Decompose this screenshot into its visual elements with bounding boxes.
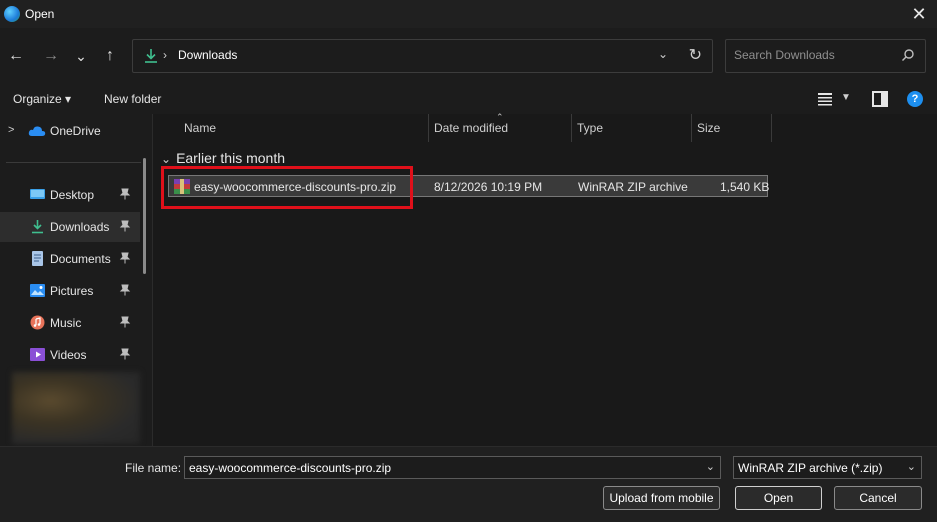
desktop-icon — [30, 189, 45, 199]
file-date: 8/12/2026 10:19 PM — [434, 180, 543, 194]
view-options-icon[interactable] — [817, 92, 833, 106]
edge-app-icon — [4, 6, 20, 22]
column-header-label: Name — [184, 121, 217, 135]
downloads-icon — [32, 220, 43, 234]
upload-from-mobile-button[interactable]: Upload from mobile — [603, 486, 720, 510]
blurred-thumbnail — [12, 372, 140, 444]
expand-chevron-icon[interactable]: > — [8, 124, 14, 136]
sidebar-item-music[interactable]: Music — [0, 308, 140, 338]
column-header-label: Date modified — [434, 121, 509, 135]
close-icon[interactable]: ✕ — [909, 4, 929, 24]
cancel-button[interactable]: Cancel — [834, 486, 922, 510]
winrar-zip-icon — [174, 179, 190, 194]
downloads-icon — [145, 49, 157, 63]
up-arrow-icon[interactable]: ↑ — [99, 45, 121, 67]
recent-locations-chevron-icon[interactable]: ⌄ — [70, 45, 92, 67]
refresh-icon[interactable]: ↻ — [689, 45, 702, 65]
column-header-size[interactable]: Size — [692, 114, 772, 142]
breadcrumb-downloads[interactable]: Downloads — [178, 48, 237, 62]
preview-pane-icon[interactable] — [872, 91, 888, 107]
pin-icon — [119, 188, 131, 200]
sidebar-item-documents[interactable]: Documents — [0, 244, 140, 274]
sidebar-item-label: Music — [50, 316, 82, 330]
sidebar-item-videos[interactable]: Videos — [0, 340, 140, 370]
pin-icon — [119, 252, 131, 264]
sidebar-item-pictures[interactable]: Pictures — [0, 276, 140, 306]
column-header-name[interactable]: Name — [179, 114, 429, 142]
search-input[interactable] — [734, 48, 894, 62]
pin-icon — [119, 348, 131, 360]
sidebar-item-onedrive[interactable]: > OneDrive — [0, 120, 145, 142]
forward-arrow-icon[interactable]: → — [40, 45, 62, 67]
file-type-filter-value: WinRAR ZIP archive (*.zip) — [738, 461, 883, 475]
pin-icon — [119, 316, 131, 328]
chevron-down-icon: ⌄ — [906, 461, 916, 473]
column-header-label: Type — [577, 121, 604, 135]
file-size: 1,540 KB — [720, 180, 770, 194]
sidebar-item-label: Pictures — [50, 284, 94, 298]
sidebar-item-downloads[interactable]: Downloads — [0, 212, 140, 242]
sidebar-item-label: Desktop — [50, 188, 95, 202]
chevron-down-icon: ⌄ — [161, 152, 172, 166]
sidebar-scrollbar[interactable] — [143, 158, 146, 274]
chevron-down-icon[interactable]: ⌄ — [706, 460, 715, 473]
pin-icon — [119, 220, 131, 232]
navigation-pane: > OneDrive Desktop Downloads Documents P… — [0, 114, 152, 446]
open-button[interactable]: Open — [735, 486, 822, 510]
column-header-type[interactable]: Type — [572, 114, 692, 142]
group-header[interactable]: ⌄ Earlier this month — [161, 150, 285, 166]
file-name-field[interactable] — [189, 461, 689, 475]
sidebar-item-desktop[interactable]: Desktop — [0, 180, 140, 210]
documents-icon — [32, 251, 43, 266]
search-box[interactable] — [725, 39, 926, 73]
column-header-label: Size — [697, 121, 721, 135]
column-header-date[interactable]: Date modified — [429, 114, 572, 142]
breadcrumb-separator-icon: › — [163, 48, 167, 62]
file-name-label: File name: — [125, 461, 182, 475]
group-label: Earlier this month — [176, 150, 285, 166]
file-row[interactable]: easy-woocommerce-discounts-pro.zip 8/12/… — [168, 175, 770, 197]
search-icon[interactable] — [901, 48, 915, 62]
sidebar-divider — [6, 162, 141, 163]
title-bar: Open ✕ — [0, 0, 937, 28]
new-folder-button[interactable]: New folder — [104, 92, 161, 106]
music-icon — [30, 315, 45, 330]
pictures-icon — [30, 284, 45, 297]
command-bar: Organize ▾ New folder ▼ ? — [0, 84, 937, 114]
pin-icon — [119, 284, 131, 296]
organize-menu[interactable]: Organize ▾ — [13, 92, 71, 106]
window-title: Open — [25, 7, 55, 21]
address-dropdown-icon[interactable]: ⌄ — [658, 47, 668, 61]
file-type-filter[interactable]: WinRAR ZIP archive (*.zip) ⌄ — [733, 456, 922, 479]
file-name: easy-woocommerce-discounts-pro.zip — [194, 180, 397, 194]
view-dropdown-icon[interactable]: ▼ — [841, 92, 851, 103]
sidebar-item-label: OneDrive — [50, 124, 101, 138]
navigation-bar: ← → ⌄ ↑ › Downloads ⌄ ↻ — [0, 28, 937, 84]
file-list: Name ⌃ Date modified Type Size ⌄ Earlier … — [152, 112, 937, 446]
address-bar[interactable]: › Downloads ⌄ ↻ — [132, 39, 713, 73]
onedrive-cloud-icon — [28, 126, 46, 136]
file-name-combobox[interactable]: ⌄ — [184, 456, 721, 479]
file-type: WinRAR ZIP archive — [578, 180, 688, 194]
back-arrow-icon[interactable]: ← — [5, 45, 27, 67]
sidebar-item-label: Downloads — [50, 220, 110, 234]
sidebar-item-label: Documents — [50, 252, 111, 266]
sidebar-item-label: Videos — [50, 348, 87, 362]
dialog-footer: File name: ⌄ WinRAR ZIP archive (*.zip) … — [0, 446, 937, 522]
videos-icon — [30, 348, 45, 361]
help-icon[interactable]: ? — [907, 91, 923, 107]
